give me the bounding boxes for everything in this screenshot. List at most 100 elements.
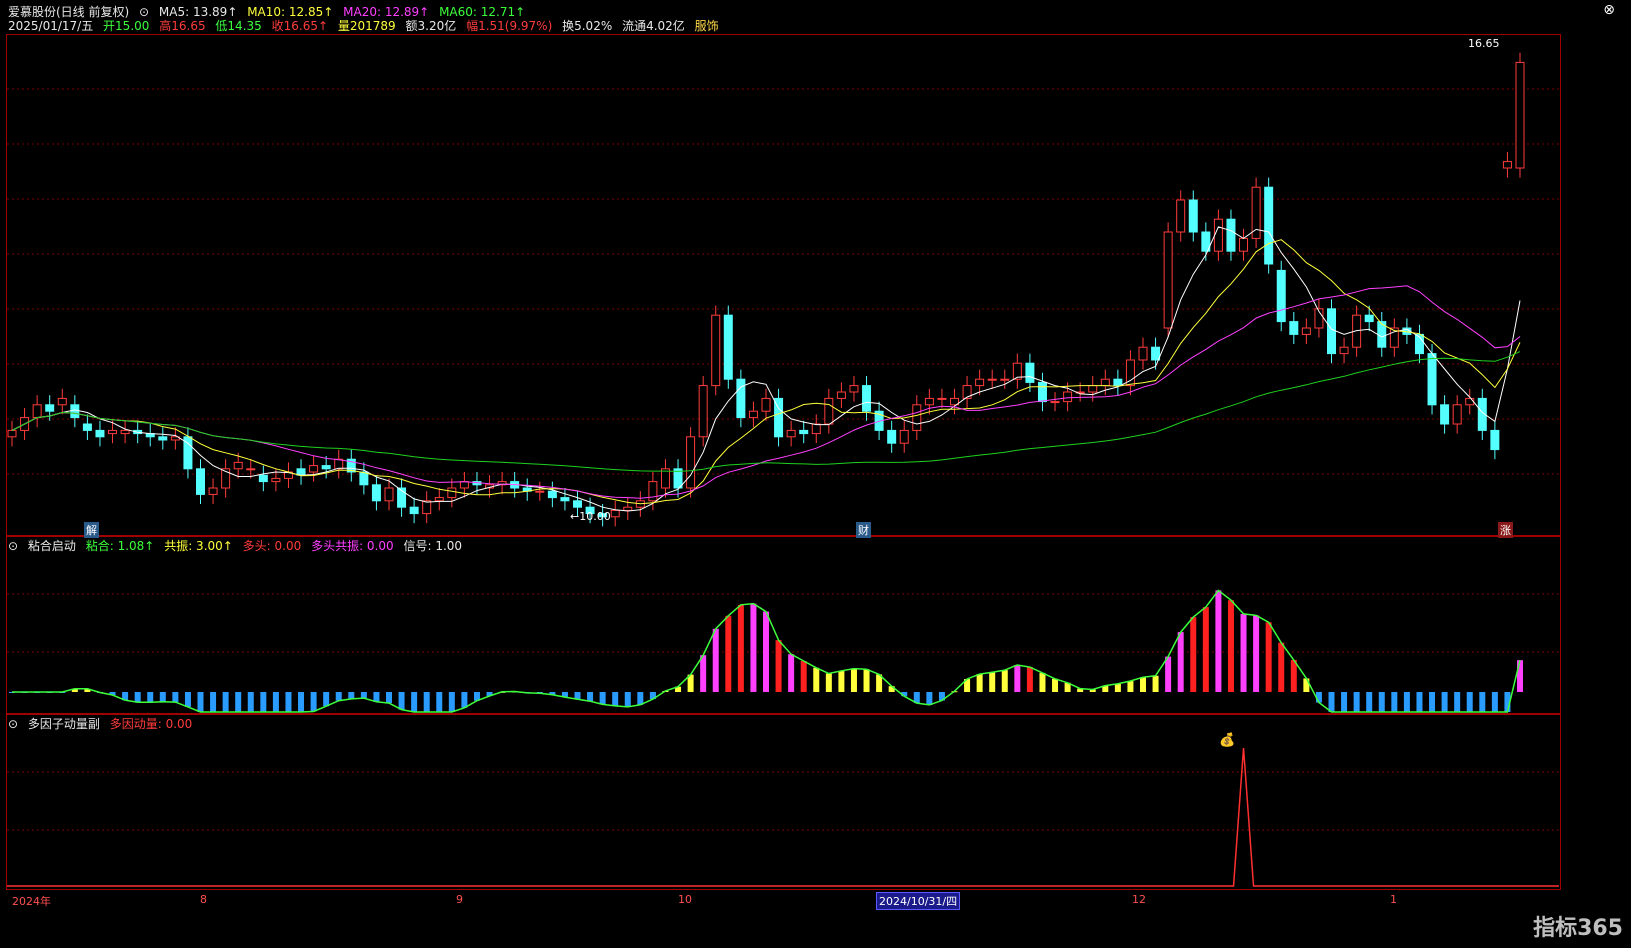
osc-bar [1165, 656, 1172, 692]
candle-body [799, 429, 809, 435]
osc-bar [1416, 692, 1423, 712]
candle-body [912, 404, 922, 431]
candle-body [1163, 231, 1173, 329]
candle-body [321, 465, 331, 470]
osc-bar [398, 692, 405, 710]
tag-cai[interactable]: 财 [856, 522, 871, 538]
osc-bar [386, 692, 392, 704]
candle-body [1213, 218, 1223, 252]
bull-label: 多头: 0.00 [242, 539, 302, 553]
osc-bar [700, 655, 707, 692]
osc-bar [1290, 659, 1297, 692]
osc-bar [1052, 678, 1059, 692]
tag-zhang[interactable]: 涨 [1498, 522, 1513, 538]
candle-body [1025, 362, 1035, 383]
osc-bar [813, 667, 820, 692]
kline-chart[interactable] [0, 0, 1631, 948]
candle-body [32, 404, 42, 419]
osc-bar [737, 604, 744, 692]
osc-bar [1202, 607, 1209, 692]
min-price-label: ←10.00 [570, 510, 611, 523]
candle-body [371, 484, 381, 502]
osc-bar [712, 628, 719, 692]
candle-body [359, 471, 369, 486]
sub1-title[interactable]: 粘合启动 [28, 539, 76, 553]
candle-body [1000, 378, 1010, 381]
candle-body [1339, 346, 1349, 355]
osc-bar [800, 661, 807, 692]
candle-body [1226, 218, 1236, 252]
candle-body [573, 500, 582, 508]
candle-body [1050, 401, 1060, 404]
osc-bar [272, 692, 279, 712]
candle-body [547, 490, 557, 499]
tag-jie[interactable]: 解 [84, 522, 99, 538]
candle-body [1301, 327, 1311, 335]
sub1-header: ⊙ 粘合启动 粘合: 1.08↑ 共振: 3.00↑ 多头: 0.00 多头共振… [8, 538, 468, 554]
osc-bar [775, 640, 782, 692]
osc-bar [725, 615, 732, 692]
osc-bar [788, 654, 795, 692]
osc-bar [1391, 692, 1398, 712]
candle-body [535, 490, 545, 493]
x-label-12: 12 [1132, 893, 1146, 906]
candle-body [271, 477, 281, 483]
osc-bar [1190, 617, 1197, 692]
candle-body [1100, 378, 1110, 387]
candle-body [987, 378, 997, 381]
candle-body [1251, 186, 1261, 239]
candle-body [1088, 385, 1098, 393]
candle-body [975, 378, 985, 387]
osc-bar [1253, 615, 1260, 692]
osc-bar [1240, 613, 1247, 692]
candle-body [648, 481, 658, 502]
osc-bar [612, 692, 619, 706]
osc-bar [373, 692, 380, 702]
osc-bar [134, 692, 141, 703]
sub1-settings-icon[interactable]: ⊙ [8, 539, 18, 553]
osc-bar [298, 692, 305, 712]
candle-body [824, 397, 834, 425]
osc-bar [825, 673, 832, 692]
osc-bar [1177, 632, 1184, 692]
osc-bar [1441, 692, 1448, 712]
momentum-label: 多因动量: 0.00 [109, 717, 193, 731]
candle-body [786, 429, 796, 438]
osc-bar [1328, 692, 1335, 712]
candle-body [887, 429, 897, 444]
osc-bar [1429, 692, 1436, 712]
candle-body [196, 468, 205, 495]
osc-bar [637, 692, 644, 705]
candle-body [409, 506, 419, 515]
osc-bar [285, 692, 292, 712]
osc-bar [235, 692, 242, 712]
sub2-settings-icon[interactable]: ⊙ [8, 717, 18, 731]
osc-bar [260, 692, 267, 712]
candle-body [1327, 308, 1336, 355]
osc-bar [1227, 600, 1234, 692]
candle-body [736, 378, 746, 419]
candle-body [447, 487, 457, 499]
sub2-title[interactable]: 多因子动量副 [28, 717, 100, 731]
osc-bar [1152, 675, 1159, 692]
osc-bar [159, 692, 166, 702]
osc-bar [1366, 692, 1373, 712]
osc-bar [587, 692, 594, 702]
candle-body [1364, 314, 1374, 323]
x-label-9: 9 [456, 893, 463, 906]
osc-bar [184, 692, 191, 707]
candle-body [208, 487, 218, 495]
candle-body [422, 500, 432, 515]
candle-body [95, 429, 105, 438]
osc-bar [222, 692, 229, 712]
osc-bar [1014, 665, 1021, 692]
candle-body [660, 468, 670, 489]
osc-bar [411, 692, 418, 712]
candle-body [309, 465, 319, 473]
candle-body [924, 397, 934, 406]
candle-body [711, 314, 721, 387]
candle-body [1264, 186, 1274, 265]
candle-body [45, 404, 55, 412]
osc-bar [1454, 692, 1461, 712]
osc-bar [763, 611, 769, 692]
